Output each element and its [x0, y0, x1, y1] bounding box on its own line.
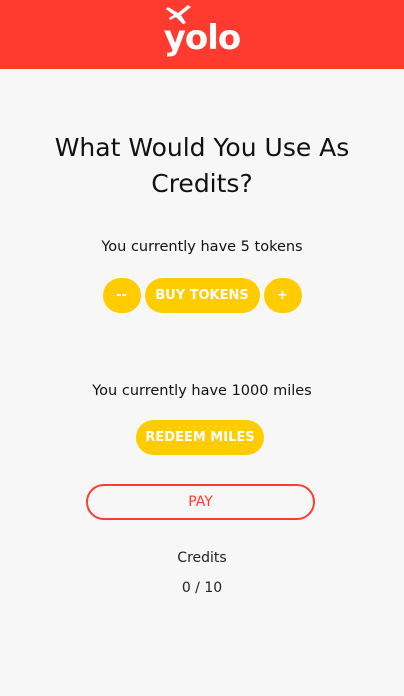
page-title: What Would You Use As Credits?	[0, 130, 404, 202]
miles-status-text: You currently have 1000 miles	[92, 383, 312, 399]
app-header: yolo	[0, 0, 404, 69]
airplane-icon	[165, 4, 191, 24]
tokens-status-text: You currently have 5 tokens	[101, 239, 303, 255]
decrement-button[interactable]: --	[102, 278, 141, 313]
credits-value: 0 / 10	[181, 580, 223, 596]
credits-label: Credits	[177, 550, 227, 566]
yolo-logo: yolo	[164, 4, 241, 55]
increment-button[interactable]: +	[263, 278, 302, 313]
page-title-line2: Credits?	[151, 169, 253, 198]
token-controls: -- BUY TOKENS +	[0, 278, 404, 313]
pay-button[interactable]: PAY	[86, 484, 315, 520]
redeem-miles-button[interactable]: REDEEM MILES	[136, 420, 264, 455]
page-title-line1: What Would You Use As	[54, 133, 350, 162]
buy-tokens-button[interactable]: BUY TOKENS	[144, 278, 260, 313]
